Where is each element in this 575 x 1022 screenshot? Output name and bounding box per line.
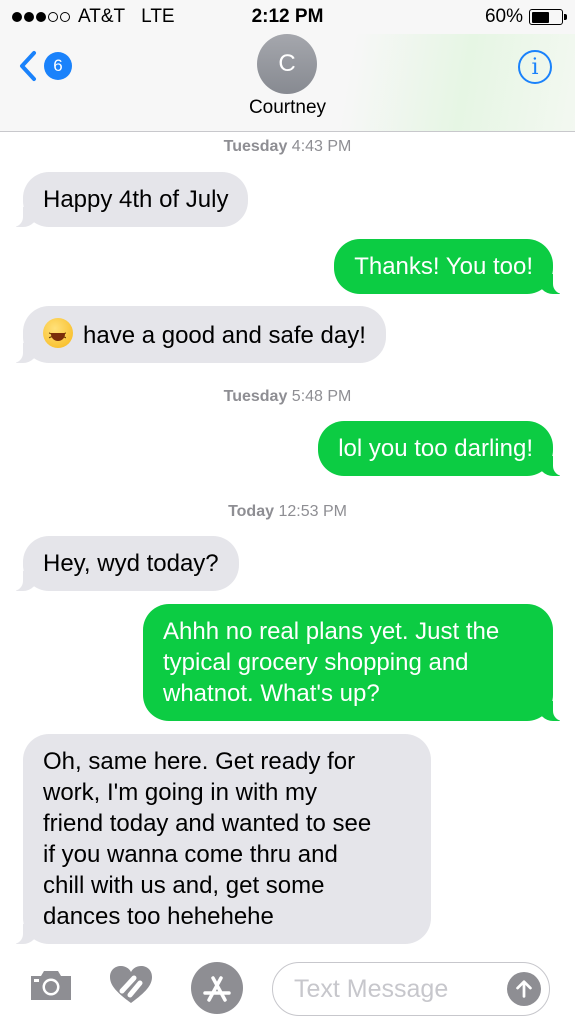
signal-dot (24, 12, 34, 22)
incoming-message[interactable]: have a good and safe day! (11, 306, 386, 363)
send-button[interactable] (507, 972, 541, 1006)
signal-dot (36, 12, 46, 22)
battery-icon (529, 9, 567, 25)
digital-touch-icon[interactable] (108, 965, 154, 1005)
back-button[interactable]: 6 (18, 50, 72, 82)
timestamp-day: Today (228, 503, 274, 520)
message-line: whatnot. What's up? (163, 680, 380, 707)
camera-icon[interactable] (28, 967, 74, 1003)
network-label: LTE (141, 6, 175, 27)
laughing-emoji-icon (43, 318, 73, 352)
timestamp-time: 5:48 PM (291, 388, 352, 405)
conversation-header: 6 C Courtney i (0, 34, 575, 132)
compose-bar (0, 950, 575, 1022)
message-input[interactable] (294, 974, 494, 1004)
app-store-icon (203, 976, 231, 1002)
outgoing-message[interactable]: lol you too darling! (318, 421, 565, 476)
timestamp-day: Tuesday (223, 138, 288, 155)
message-input-field[interactable] (272, 962, 550, 1016)
message-line: if you wanna come thru and (43, 841, 338, 868)
unread-count-badge: 6 (44, 52, 72, 80)
status-right: 60% (484, 6, 567, 28)
message-line: Ahhh no real plans yet. Just the (163, 618, 500, 645)
timestamp-day: Tuesday (223, 388, 288, 405)
outgoing-message[interactable]: Thanks! You too! (334, 239, 565, 294)
message-text: have a good and safe day! (83, 322, 366, 349)
timestamp-time: 12:53 PM (278, 503, 347, 520)
outgoing-message[interactable]: Ahhh no real plans yet. Just the typical… (143, 604, 565, 721)
signal-dot (48, 12, 58, 22)
status-left: AT&T LTE (12, 6, 175, 28)
battery-fill (531, 11, 549, 23)
incoming-message[interactable]: Oh, same here. Get ready for work, I'm g… (11, 734, 431, 944)
incoming-message[interactable]: Hey, wyd today? (11, 536, 239, 591)
status-bar: AT&T LTE 2:12 PM 60% (0, 0, 575, 34)
timestamp: Tuesday 4:43 PM (0, 138, 575, 156)
app-store-button[interactable] (191, 962, 243, 1014)
timestamp: Today 12:53 PM (0, 503, 575, 521)
timestamp-time: 4:43 PM (291, 138, 352, 155)
timestamp: Tuesday 5:48 PM (0, 388, 575, 406)
signal-dot (12, 12, 22, 22)
message-line: friend today and wanted to see (43, 810, 372, 837)
carrier-label: AT&T (78, 6, 126, 27)
message-line: Oh, same here. Get ready for (43, 748, 356, 775)
incoming-message[interactable]: Happy 4th of July (10, 172, 249, 227)
contact-avatar[interactable]: C (257, 34, 317, 94)
signal-strength-icon (12, 12, 70, 22)
info-button[interactable]: i (518, 50, 552, 84)
battery-percent: 60% (484, 6, 523, 27)
message-line: chill with us and, get some (43, 872, 325, 899)
message-line: work, I'm going in with my (43, 779, 317, 806)
message-line: dances too hehehehe (43, 903, 274, 930)
contact-name[interactable]: Courtney (0, 97, 575, 119)
message-line: typical grocery shopping and (163, 649, 469, 676)
chevron-left-icon (20, 51, 36, 81)
send-arrow-icon (516, 980, 532, 998)
signal-dot (60, 12, 70, 22)
